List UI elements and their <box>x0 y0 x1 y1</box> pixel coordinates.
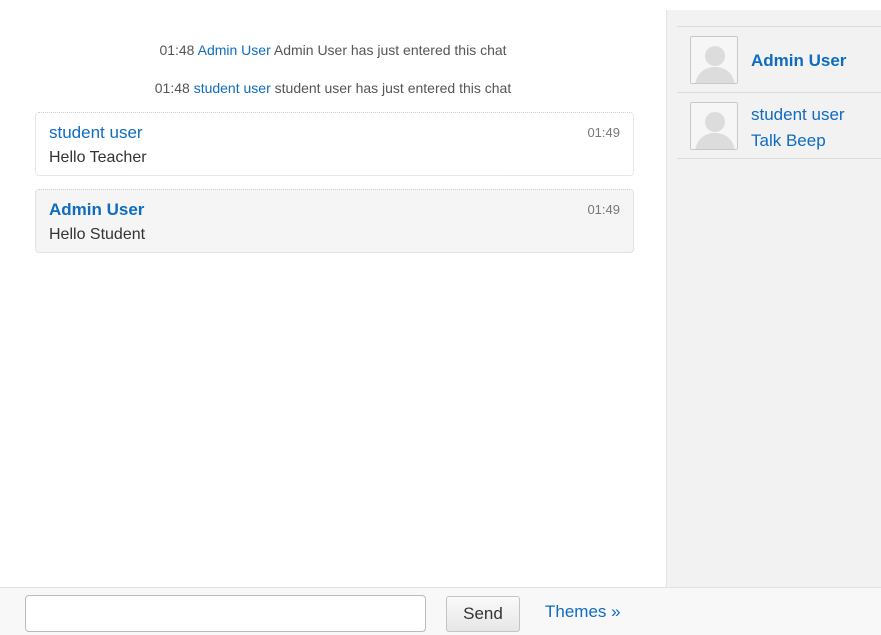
default-user-icon <box>691 37 737 83</box>
user-list: Admin User student user Talk Beep <box>677 26 881 159</box>
message-author: Admin User <box>49 200 145 219</box>
avatar <box>690 36 738 84</box>
message-input[interactable] <box>25 595 426 632</box>
default-user-icon <box>691 103 737 149</box>
user-list-item: Admin User <box>677 27 881 93</box>
system-message-text: Admin User has just entered this chat <box>273 42 507 58</box>
chat-message: student user 01:49 Hello Teacher <box>35 112 634 176</box>
themes-link[interactable]: Themes » <box>545 602 621 622</box>
message-author: student user <box>49 123 143 142</box>
user-list-item: student user Talk Beep <box>677 93 881 159</box>
system-message: 01:48 Admin User Admin User has just ent… <box>0 42 666 58</box>
message-time: 01:49 <box>587 125 620 140</box>
system-message-user-link[interactable]: student user <box>194 80 271 96</box>
chat-message: Admin User 01:49 Hello Student <box>35 189 634 253</box>
talk-beep-link[interactable]: Talk Beep <box>751 131 826 151</box>
system-message-time: 01:48 <box>159 42 195 58</box>
message-input-bar: Send Themes » <box>0 587 881 635</box>
send-button[interactable]: Send <box>446 596 520 632</box>
message-text: Hello Teacher <box>49 149 147 166</box>
avatar <box>690 102 738 150</box>
system-message-user-link[interactable]: Admin User <box>198 42 271 58</box>
system-message-text: student user has just entered this chat <box>274 80 512 96</box>
chat-messages-area: 01:48 Admin User Admin User has just ent… <box>0 0 666 587</box>
chat-window: 01:48 Admin User Admin User has just ent… <box>0 0 881 635</box>
user-list-panel: Admin User student user Talk Beep <box>666 10 881 587</box>
system-message: 01:48 student user student user has just… <box>0 80 666 96</box>
user-name-link[interactable]: Admin User <box>751 51 846 71</box>
message-time: 01:49 <box>587 202 620 217</box>
system-message-time: 01:48 <box>154 80 190 96</box>
message-text: Hello Student <box>49 226 146 243</box>
user-name-link[interactable]: student user <box>751 105 845 125</box>
